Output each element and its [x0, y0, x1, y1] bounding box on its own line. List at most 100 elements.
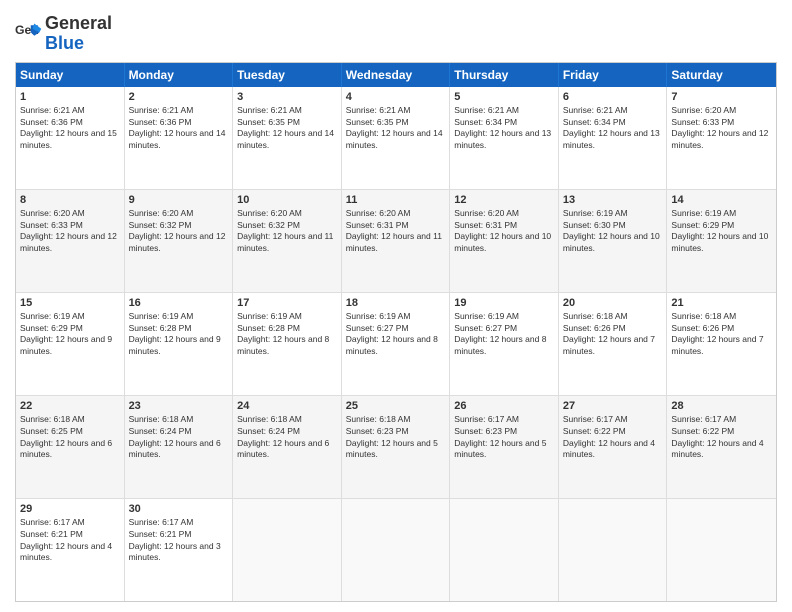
day-number: 22 — [20, 399, 120, 413]
day-number: 23 — [129, 399, 229, 413]
sunset-text: Sunset: 6:30 PM — [563, 220, 626, 230]
day-number: 4 — [346, 90, 446, 104]
sunset-text: Sunset: 6:23 PM — [454, 426, 517, 436]
calendar-row: 29 Sunrise: 6:17 AM Sunset: 6:21 PM Dayl… — [16, 498, 776, 601]
daylight-text: Daylight: 12 hours and 11 minutes. — [346, 231, 442, 253]
header: Gen GeneralBlue — [15, 10, 777, 54]
sunset-text: Sunset: 6:28 PM — [129, 323, 192, 333]
sunrise-text: Sunrise: 6:19 AM — [454, 311, 519, 321]
sunset-text: Sunset: 6:32 PM — [129, 220, 192, 230]
day-number: 18 — [346, 296, 446, 310]
daylight-text: Daylight: 12 hours and 11 minutes. — [237, 231, 333, 253]
weekday-header: Saturday — [667, 63, 776, 87]
daylight-text: Daylight: 12 hours and 14 minutes. — [346, 128, 443, 150]
day-number: 12 — [454, 193, 554, 207]
sunset-text: Sunset: 6:24 PM — [237, 426, 300, 436]
day-number: 19 — [454, 296, 554, 310]
sunrise-text: Sunrise: 6:20 AM — [20, 208, 85, 218]
sunset-text: Sunset: 6:34 PM — [454, 117, 517, 127]
sunset-text: Sunset: 6:27 PM — [346, 323, 409, 333]
sunset-text: Sunset: 6:29 PM — [20, 323, 83, 333]
daylight-text: Daylight: 12 hours and 13 minutes. — [563, 128, 660, 150]
weekday-header: Wednesday — [342, 63, 451, 87]
calendar-cell: 11 Sunrise: 6:20 AM Sunset: 6:31 PM Dayl… — [342, 190, 451, 292]
day-number: 17 — [237, 296, 337, 310]
day-number: 21 — [671, 296, 772, 310]
daylight-text: Daylight: 12 hours and 6 minutes. — [237, 438, 329, 460]
weekday-header: Thursday — [450, 63, 559, 87]
sunset-text: Sunset: 6:28 PM — [237, 323, 300, 333]
daylight-text: Daylight: 12 hours and 9 minutes. — [129, 334, 221, 356]
day-number: 14 — [671, 193, 772, 207]
sunset-text: Sunset: 6:29 PM — [671, 220, 734, 230]
weekday-header: Sunday — [16, 63, 125, 87]
daylight-text: Daylight: 12 hours and 13 minutes. — [454, 128, 551, 150]
sunrise-text: Sunrise: 6:18 AM — [346, 414, 411, 424]
sunset-text: Sunset: 6:26 PM — [671, 323, 734, 333]
calendar-cell: 19 Sunrise: 6:19 AM Sunset: 6:27 PM Dayl… — [450, 293, 559, 395]
calendar-cell — [342, 499, 451, 601]
calendar-cell: 23 Sunrise: 6:18 AM Sunset: 6:24 PM Dayl… — [125, 396, 234, 498]
daylight-text: Daylight: 12 hours and 12 minutes. — [20, 231, 117, 253]
calendar-page: Gen GeneralBlue SundayMondayTuesdayWedne… — [0, 0, 792, 612]
sunset-text: Sunset: 6:25 PM — [20, 426, 83, 436]
day-number: 6 — [563, 90, 663, 104]
calendar-cell — [559, 499, 668, 601]
logo: Gen GeneralBlue — [15, 14, 112, 54]
sunrise-text: Sunrise: 6:19 AM — [346, 311, 411, 321]
calendar-cell: 21 Sunrise: 6:18 AM Sunset: 6:26 PM Dayl… — [667, 293, 776, 395]
sunrise-text: Sunrise: 6:21 AM — [346, 105, 411, 115]
sunset-text: Sunset: 6:23 PM — [346, 426, 409, 436]
sunrise-text: Sunrise: 6:17 AM — [20, 517, 85, 527]
daylight-text: Daylight: 12 hours and 3 minutes. — [129, 541, 221, 563]
daylight-text: Daylight: 12 hours and 5 minutes. — [346, 438, 438, 460]
sunrise-text: Sunrise: 6:21 AM — [20, 105, 85, 115]
logo-icon: Gen — [15, 20, 43, 48]
sunrise-text: Sunrise: 6:19 AM — [671, 208, 736, 218]
day-number: 29 — [20, 502, 120, 516]
sunrise-text: Sunrise: 6:20 AM — [671, 105, 736, 115]
calendar-header: SundayMondayTuesdayWednesdayThursdayFrid… — [16, 63, 776, 87]
sunrise-text: Sunrise: 6:17 AM — [563, 414, 628, 424]
sunrise-text: Sunrise: 6:21 AM — [237, 105, 302, 115]
daylight-text: Daylight: 12 hours and 10 minutes. — [454, 231, 551, 253]
calendar-cell: 12 Sunrise: 6:20 AM Sunset: 6:31 PM Dayl… — [450, 190, 559, 292]
sunset-text: Sunset: 6:26 PM — [563, 323, 626, 333]
logo-text: GeneralBlue — [45, 14, 112, 54]
day-number: 25 — [346, 399, 446, 413]
calendar-cell — [667, 499, 776, 601]
daylight-text: Daylight: 12 hours and 8 minutes. — [346, 334, 438, 356]
calendar-cell: 3 Sunrise: 6:21 AM Sunset: 6:35 PM Dayli… — [233, 87, 342, 189]
calendar-row: 22 Sunrise: 6:18 AM Sunset: 6:25 PM Dayl… — [16, 395, 776, 498]
sunset-text: Sunset: 6:34 PM — [563, 117, 626, 127]
sunrise-text: Sunrise: 6:20 AM — [237, 208, 302, 218]
day-number: 20 — [563, 296, 663, 310]
day-number: 1 — [20, 90, 120, 104]
sunrise-text: Sunrise: 6:21 AM — [563, 105, 628, 115]
sunset-text: Sunset: 6:36 PM — [129, 117, 192, 127]
daylight-text: Daylight: 12 hours and 4 minutes. — [563, 438, 655, 460]
sunrise-text: Sunrise: 6:21 AM — [129, 105, 194, 115]
sunrise-text: Sunrise: 6:18 AM — [20, 414, 85, 424]
daylight-text: Daylight: 12 hours and 6 minutes. — [129, 438, 221, 460]
sunset-text: Sunset: 6:33 PM — [671, 117, 734, 127]
daylight-text: Daylight: 12 hours and 10 minutes. — [671, 231, 768, 253]
sunset-text: Sunset: 6:32 PM — [237, 220, 300, 230]
calendar-cell: 8 Sunrise: 6:20 AM Sunset: 6:33 PM Dayli… — [16, 190, 125, 292]
sunset-text: Sunset: 6:31 PM — [454, 220, 517, 230]
daylight-text: Daylight: 12 hours and 6 minutes. — [20, 438, 112, 460]
daylight-text: Daylight: 12 hours and 8 minutes. — [454, 334, 546, 356]
weekday-header: Tuesday — [233, 63, 342, 87]
sunrise-text: Sunrise: 6:18 AM — [237, 414, 302, 424]
sunrise-text: Sunrise: 6:17 AM — [671, 414, 736, 424]
calendar-cell: 20 Sunrise: 6:18 AM Sunset: 6:26 PM Dayl… — [559, 293, 668, 395]
sunrise-text: Sunrise: 6:19 AM — [563, 208, 628, 218]
sunrise-text: Sunrise: 6:19 AM — [129, 311, 194, 321]
daylight-text: Daylight: 12 hours and 5 minutes. — [454, 438, 546, 460]
calendar-cell: 9 Sunrise: 6:20 AM Sunset: 6:32 PM Dayli… — [125, 190, 234, 292]
calendar-cell: 28 Sunrise: 6:17 AM Sunset: 6:22 PM Dayl… — [667, 396, 776, 498]
sunrise-text: Sunrise: 6:19 AM — [237, 311, 302, 321]
daylight-text: Daylight: 12 hours and 12 minutes. — [129, 231, 226, 253]
daylight-text: Daylight: 12 hours and 4 minutes. — [20, 541, 112, 563]
sunset-text: Sunset: 6:35 PM — [237, 117, 300, 127]
